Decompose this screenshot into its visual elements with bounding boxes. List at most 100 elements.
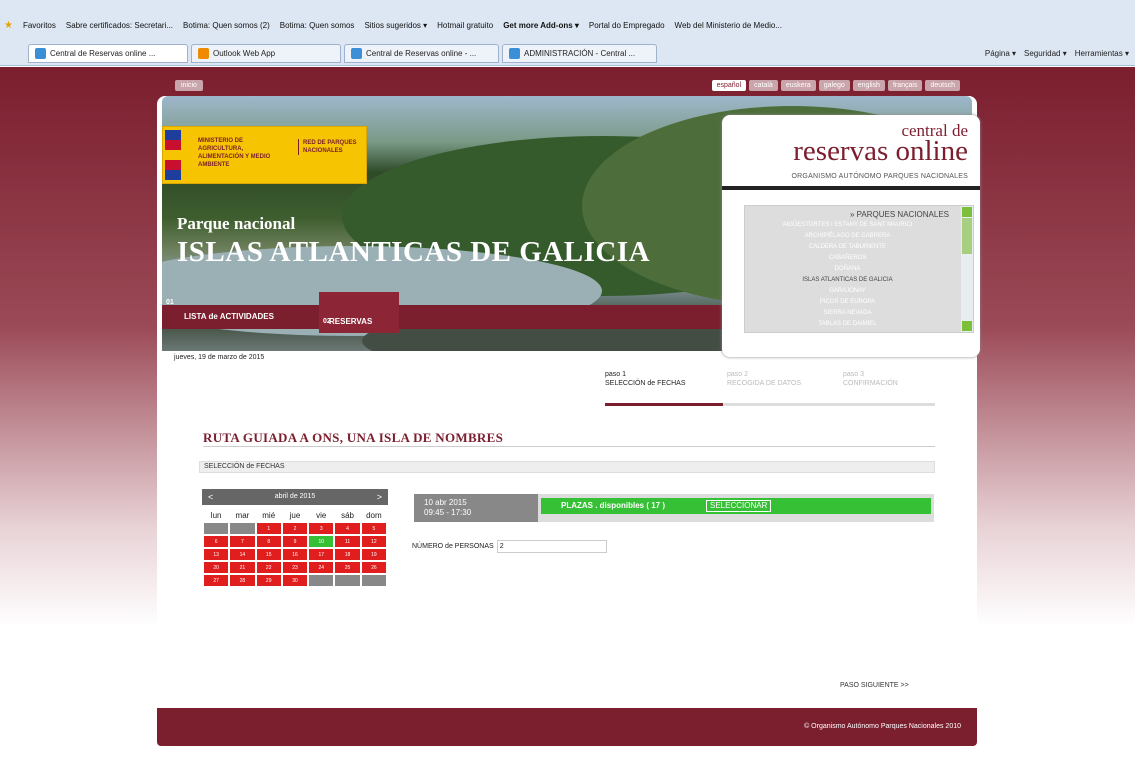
favorite-link[interactable]: Botima: Quen somos (2) xyxy=(183,21,270,30)
calendar-day[interactable]: 18 xyxy=(335,549,360,560)
security-menu[interactable]: Seguridad ▾ xyxy=(1024,49,1067,58)
favorites-label[interactable]: Favoritos xyxy=(23,21,56,30)
park-item[interactable]: AIGÜESTORTES I ESTANY DE SANT MAURICI xyxy=(745,222,950,228)
calendar-day[interactable]: 23 xyxy=(282,562,308,573)
brand-line-3: ORGANISMO AUTÓNOMO PARQUES NACIONALES xyxy=(791,173,968,180)
top-navigation: inicio español català euskera galego eng… xyxy=(175,80,960,92)
favorites-star-icon[interactable]: ★ xyxy=(4,20,13,31)
favorite-link[interactable]: Hotmail gratuito xyxy=(437,21,493,30)
slot-time: 09:45 - 17:30 xyxy=(424,508,472,517)
calendar-day[interactable]: 11 xyxy=(335,536,360,547)
section-header: SELECCIÓN de FECHAS xyxy=(199,461,935,473)
park-item[interactable]: CALDERA DE TABURIENTE xyxy=(745,244,950,250)
favorite-link[interactable]: Web del Ministerio de Medio... xyxy=(675,21,782,30)
page-menu[interactable]: Página ▾ xyxy=(985,49,1016,58)
calendar-prev-button[interactable]: < xyxy=(208,489,213,505)
calendar-day[interactable]: 2 xyxy=(282,523,308,534)
weekday-label: mié xyxy=(262,510,276,520)
calendar-day[interactable]: 25 xyxy=(335,562,360,573)
park-title: ISLAS ATLANTICAS DE GALICIA xyxy=(177,236,651,268)
divider xyxy=(203,446,935,447)
favorite-link[interactable]: Botima: Quen somos xyxy=(280,21,355,30)
lang-ca[interactable]: català xyxy=(749,80,778,91)
calendar-day[interactable]: 7 xyxy=(230,536,255,547)
parks-scrollbar[interactable] xyxy=(961,206,973,332)
park-item[interactable]: PICOS DE EUROPA xyxy=(745,299,950,305)
calendar-day[interactable]: 30 xyxy=(282,575,308,586)
calendar-day[interactable]: 29 xyxy=(256,575,281,586)
calendar-day[interactable]: 14 xyxy=(230,549,255,560)
lang-gl[interactable]: galego xyxy=(818,80,850,91)
outlook-icon xyxy=(198,47,209,59)
browser-tab-label: Central de Reservas online ... xyxy=(50,48,156,58)
calendar-day[interactable]: 10 xyxy=(309,536,334,547)
browser-tab[interactable]: ADMINISTRACIÓN - Central ... xyxy=(502,43,657,63)
calendar-next-button[interactable]: > xyxy=(377,489,382,505)
scroll-thumb[interactable] xyxy=(962,218,972,254)
calendar-day[interactable]: 9 xyxy=(282,536,308,547)
calendar-day[interactable]: 28 xyxy=(230,575,255,586)
menu-item-activities[interactable]: 01 LISTA de ACTIVIDADES xyxy=(162,299,317,329)
browser-tab-label: Central de Reservas online - ... xyxy=(366,48,477,58)
park-item[interactable]: ISLAS ATLANTICAS DE GALICIA xyxy=(745,277,950,283)
park-item[interactable]: SIERRA NEVADA xyxy=(745,310,950,316)
calendar-day[interactable]: 19 xyxy=(361,549,386,560)
park-item[interactable]: GARAJONAY xyxy=(745,288,950,294)
favorite-link[interactable]: Sabre certificados: Secretari... xyxy=(66,21,173,30)
scroll-up-icon[interactable] xyxy=(962,207,972,217)
lang-es[interactable]: español xyxy=(711,80,747,91)
parks-list[interactable]: » PARQUES NACIONALES AIGÜESTORTES I ESTA… xyxy=(744,205,974,333)
calendar-day[interactable]: 16 xyxy=(282,549,308,560)
calendar-day[interactable]: 15 xyxy=(256,549,281,560)
lang-en[interactable]: english xyxy=(852,80,885,91)
browser-tab[interactable]: Central de Reservas online ... xyxy=(28,43,188,63)
favorite-link[interactable]: Portal do Empregado xyxy=(589,21,665,30)
park-item[interactable]: DOÑANA xyxy=(745,266,950,272)
ministry-name: MINISTERIO DE AGRICULTURA, ALIMENTACIÓN … xyxy=(198,138,271,168)
calendar-day[interactable]: 6 xyxy=(204,536,229,547)
slot-availability: PLAZAS . disponibles ( 17 ) SELECCIONAR xyxy=(541,498,931,514)
scroll-down-icon[interactable] xyxy=(962,321,972,331)
calendar-day[interactable]: 27 xyxy=(204,575,229,586)
slot-datetime: 10 abr 2015 09:45 - 17:30 xyxy=(414,494,538,522)
calendar-day[interactable]: 22 xyxy=(256,562,281,573)
tools-menu[interactable]: Herramientas ▾ xyxy=(1075,49,1129,58)
calendar-day[interactable]: 21 xyxy=(230,562,255,573)
calendar-day[interactable]: 12 xyxy=(361,536,386,547)
calendar-day[interactable]: 24 xyxy=(309,562,334,573)
footer: © Organismo Autónomo Parques Nacionales … xyxy=(157,708,977,746)
page-background: inicio español català euskera galego eng… xyxy=(0,67,1135,767)
section-menu: 01 LISTA de ACTIVIDADES 02 RESERVAS xyxy=(162,292,722,333)
persons-input[interactable]: 2 xyxy=(496,540,607,553)
park-item[interactable]: TABLAS DE DAIMIEL xyxy=(745,321,950,327)
calendar-day[interactable]: 8 xyxy=(256,536,281,547)
calendar-day[interactable]: 4 xyxy=(335,523,360,534)
favorite-link[interactable]: Get more Add-ons ▾ xyxy=(503,21,579,30)
favorite-link[interactable]: Sitios sugeridos ▾ xyxy=(364,21,427,30)
calendar-grid: lun mar mié jue vie sáb dom 1 2 3 4 5 6 7 8 9 10 1… xyxy=(202,507,388,588)
wizard-steps: paso 1 SELECCIÓN de FECHAS paso 2 RECOGI… xyxy=(605,370,935,410)
select-slot-button[interactable]: SELECCIONAR xyxy=(706,500,772,512)
calendar-day[interactable]: 3 xyxy=(309,523,334,534)
browser-tab[interactable]: Central de Reservas online - ... xyxy=(344,43,499,63)
calendar-day[interactable]: 1 xyxy=(256,523,281,534)
menu-item-number: 02 xyxy=(323,318,331,325)
lang-eu[interactable]: euskera xyxy=(780,80,816,91)
menu-item-reservations[interactable]: 02 RESERVAS xyxy=(319,292,399,333)
brand-panel: central de reservas online ORGANISMO AUT… xyxy=(722,115,980,357)
calendar-day[interactable]: 17 xyxy=(309,549,334,560)
lang-fr[interactable]: français xyxy=(887,80,923,91)
lang-de[interactable]: deutsch xyxy=(925,80,960,91)
calendar-day[interactable]: 26 xyxy=(361,562,386,573)
menu-item-label: RESERVAS xyxy=(329,317,373,326)
browser-tab[interactable]: Outlook Web App xyxy=(191,43,341,63)
calendar-day[interactable]: 5 xyxy=(361,523,386,534)
next-step-link[interactable]: PASO SIGUIENTE >> xyxy=(840,682,909,689)
calendar-empty-cell xyxy=(335,575,360,586)
step-number: paso 2 xyxy=(727,371,749,378)
calendar-day[interactable]: 20 xyxy=(204,562,229,573)
calendar-day[interactable]: 13 xyxy=(204,549,229,560)
park-item[interactable]: CABAÑEROS xyxy=(745,255,950,261)
home-link[interactable]: inicio xyxy=(175,80,203,91)
park-item[interactable]: ARCHIPIÉLAGO DE CABRERA xyxy=(745,233,950,239)
